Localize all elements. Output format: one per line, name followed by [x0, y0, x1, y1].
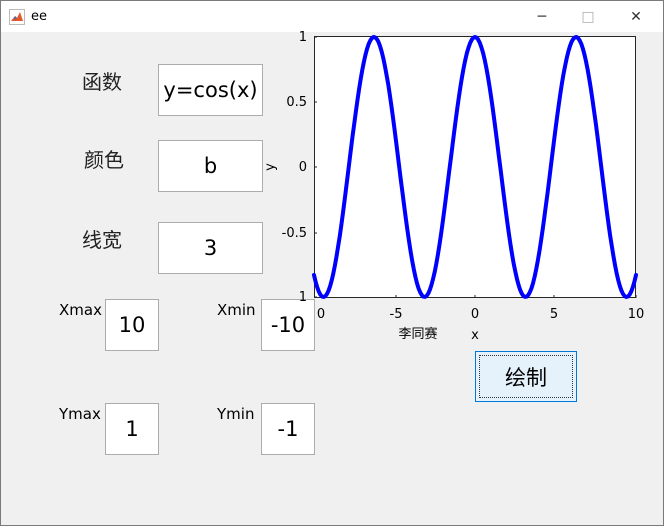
x-tick-label: 10	[628, 307, 645, 322]
ymin-label: Ymin	[217, 405, 255, 423]
linewidth-label: 线宽	[82, 228, 122, 252]
plot-axes[interactable]	[314, 36, 636, 298]
window-title: ee	[31, 9, 47, 24]
color-label: 颜色	[84, 148, 124, 172]
x-tick-label: 0	[317, 307, 325, 322]
minimize-button[interactable]: ─	[519, 1, 565, 32]
xmin-label: Xmin	[217, 301, 256, 319]
x-axis-label: x	[471, 328, 479, 343]
y-axis-label: y	[263, 163, 278, 171]
draw-button[interactable]: 绘制	[475, 351, 577, 402]
ymax-label: Ymax	[59, 405, 101, 423]
y-tick-label: 1	[299, 30, 307, 45]
x-tick-label: -5	[390, 307, 403, 322]
ymax-input[interactable]: 1	[105, 403, 159, 455]
x-tick-label: 5	[550, 307, 558, 322]
y-tick-label: 0.5	[286, 95, 307, 110]
author-annotation: 李同赛	[398, 326, 437, 342]
matlab-icon	[9, 9, 25, 25]
xmax-input[interactable]: 10	[105, 299, 159, 351]
draw-button-label: 绘制	[505, 365, 547, 390]
close-button[interactable]: ✕	[613, 1, 659, 32]
ymin-input[interactable]: -1	[261, 403, 315, 455]
y-tick-label: 0	[299, 160, 307, 175]
title-bar: ee ─ □ ✕	[1, 1, 663, 32]
function-label: 函数	[82, 70, 122, 94]
function-input[interactable]: y=cos(x)	[158, 64, 263, 116]
y-tick-label: -0.5	[282, 226, 307, 241]
xmin-input[interactable]: -10	[261, 299, 315, 351]
color-input[interactable]: b	[158, 140, 263, 192]
x-tick-label: 0	[471, 307, 479, 322]
xmax-label: Xmax	[59, 301, 102, 319]
linewidth-input[interactable]: 3	[158, 222, 263, 274]
figure-window: ee ─ □ ✕ 函数 y=cos(x) 颜色 b 线宽 3 Xmax 10 X…	[0, 0, 664, 526]
maximize-button[interactable]: □	[565, 1, 611, 32]
